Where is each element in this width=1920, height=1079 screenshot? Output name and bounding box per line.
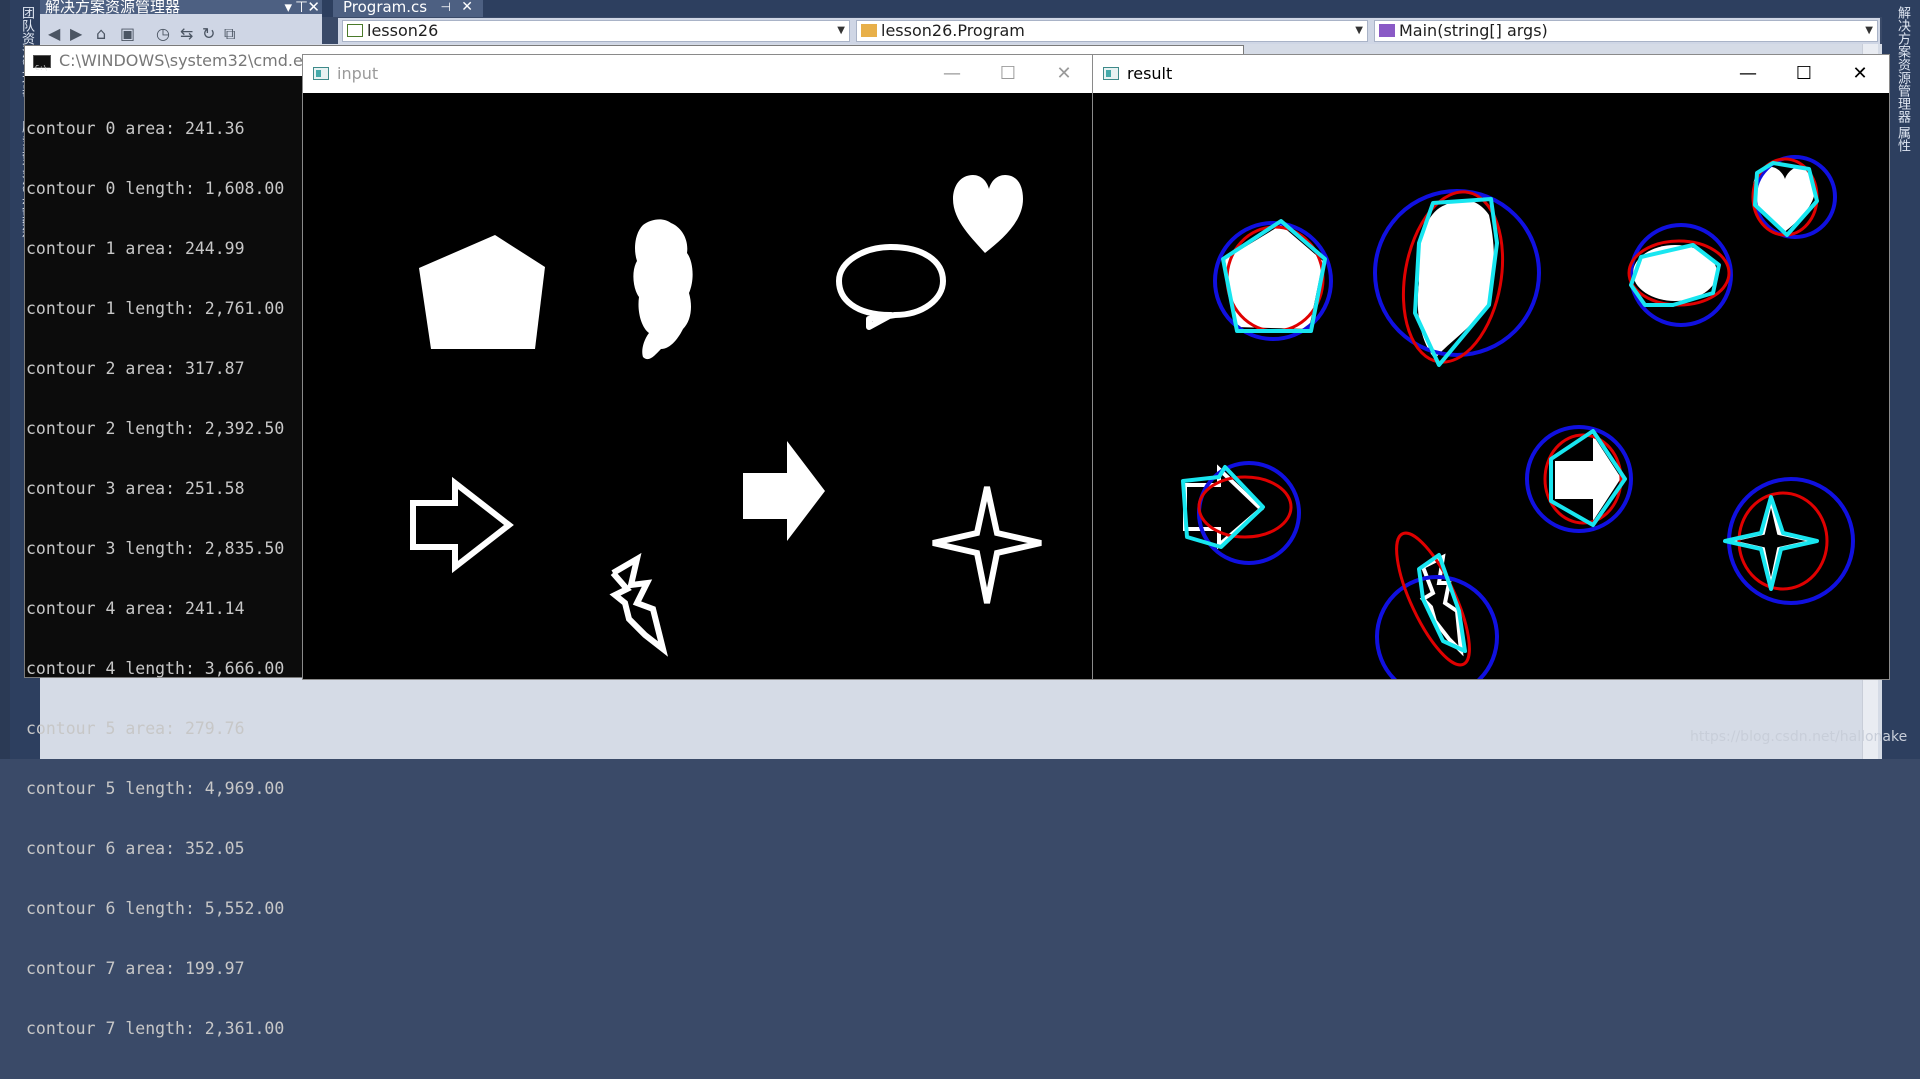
- switch-views-icon[interactable]: ▣: [120, 26, 135, 42]
- minimize-button[interactable]: —: [929, 55, 975, 93]
- filled-arrow-shape: [743, 441, 825, 541]
- project-dropdown-value: lesson26: [367, 21, 439, 40]
- chevron-down-icon[interactable]: ▾: [284, 0, 292, 14]
- console-line: contour 2 length: 2,392.50: [26, 419, 285, 438]
- console-line: contour 7 area: 199.97: [26, 959, 245, 978]
- maximize-button[interactable]: ☐: [985, 55, 1031, 93]
- blob-shape: [633, 219, 693, 360]
- result-image: [1093, 93, 1889, 679]
- solution-explorer-header: 解决方案资源管理器 ▾ ⊤ ✕: [40, 0, 322, 14]
- speech-bubble-shape: [836, 244, 946, 330]
- result-window[interactable]: result — ☐ ✕: [1092, 54, 1890, 680]
- input-image: [303, 93, 1093, 679]
- method-icon: [1379, 24, 1395, 37]
- result-titlebar[interactable]: result — ☐ ✕: [1093, 55, 1889, 93]
- refresh-icon[interactable]: ↻: [202, 26, 215, 42]
- close-icon[interactable]: ✕: [307, 0, 320, 14]
- history-icon[interactable]: ◷: [156, 26, 170, 42]
- console-line: contour 0 length: 1,608.00: [26, 179, 285, 198]
- editor-tab-strip: Program.cs ⊣ ✕: [322, 0, 1882, 17]
- console-line: contour 1 length: 2,761.00: [26, 299, 285, 318]
- cmd-window-title: C:\WINDOWS\system32\cmd.exe: [59, 51, 322, 70]
- console-line: contour 6 length: 5,552.00: [26, 899, 285, 918]
- input-titlebar[interactable]: input — ☐ ✕: [303, 55, 1093, 93]
- properties-tab[interactable]: 属性: [1890, 126, 1912, 152]
- close-button[interactable]: ✕: [1041, 55, 1087, 93]
- outline-arrow-shape: [410, 476, 514, 574]
- minimize-button[interactable]: —: [1725, 55, 1771, 93]
- home-icon[interactable]: ⌂: [96, 26, 106, 42]
- console-line: contour 5 area: 279.76: [26, 719, 245, 738]
- lightning-shape: [609, 552, 669, 657]
- class-icon: [861, 24, 877, 37]
- window-app-icon: [313, 67, 329, 80]
- console-line: contour 5 length: 4,969.00: [26, 779, 285, 798]
- chevron-down-icon: ▼: [1355, 25, 1363, 36]
- maximize-button[interactable]: ☐: [1781, 55, 1827, 93]
- console-line: contour 3 length: 2,835.50: [26, 539, 285, 558]
- result-window-title: result: [1127, 64, 1173, 83]
- close-button[interactable]: ✕: [1837, 55, 1883, 93]
- window-app-icon: [1103, 67, 1119, 80]
- forward-icon[interactable]: ▶: [70, 26, 82, 42]
- solution-explorer-side-tab[interactable]: 解决方案资源管理器: [1890, 6, 1912, 123]
- heart-shape: [953, 175, 1023, 253]
- input-window[interactable]: input — ☐ ✕: [302, 54, 1094, 680]
- input-shapes: [410, 175, 1042, 657]
- console-line: contour 7 length: 2,361.00: [26, 1019, 285, 1038]
- solution-explorer-title: 解决方案资源管理器: [45, 0, 181, 14]
- back-icon[interactable]: ◀: [48, 26, 60, 42]
- console-line: contour 4 length: 3,666.00: [26, 659, 285, 678]
- cmd-app-icon: [33, 53, 51, 83]
- star-shape: [932, 486, 1042, 604]
- sync-icon[interactable]: ⇆: [180, 26, 193, 42]
- console-line: contour 4 area: 241.14: [26, 599, 245, 618]
- vs-left-rail: [0, 0, 10, 759]
- console-line: contour 6 area: 352.05: [26, 839, 245, 858]
- pin-icon[interactable]: ⊣: [441, 0, 451, 15]
- console-line: contour 2 area: 317.87: [26, 359, 245, 378]
- console-output: contour 0 area: 241.36 contour 0 length:…: [26, 79, 306, 1079]
- console-line: contour 3 area: 251.58: [26, 479, 245, 498]
- result-shapes: [1181, 155, 1855, 679]
- console-line: contour 1 area: 244.99: [26, 239, 245, 258]
- chevron-down-icon: ▼: [1865, 25, 1873, 36]
- tab-label: Program.cs: [343, 0, 428, 16]
- csharp-project-icon: [347, 24, 363, 37]
- project-dropdown[interactable]: lesson26 ▼: [342, 20, 850, 42]
- collapse-all-icon[interactable]: ⧉: [224, 26, 235, 42]
- class-dropdown[interactable]: lesson26.Program ▼: [856, 20, 1368, 42]
- pentagon-shape: [419, 235, 545, 349]
- pin-icon[interactable]: ⊤: [295, 0, 308, 14]
- tab-program-cs[interactable]: Program.cs ⊣ ✕: [333, 0, 483, 17]
- input-window-title: input: [337, 64, 379, 83]
- watermark-text: https://blog.csdn.net/hallonake: [1690, 729, 1908, 745]
- chevron-down-icon: ▼: [837, 25, 845, 36]
- close-icon[interactable]: ✕: [461, 0, 473, 15]
- navigation-bar: lesson26 ▼ lesson26.Program ▼ Main(strin…: [338, 18, 1880, 44]
- member-dropdown-value: Main(string[] args): [1399, 21, 1548, 40]
- class-dropdown-value: lesson26.Program: [881, 21, 1025, 40]
- member-dropdown[interactable]: Main(string[] args) ▼: [1374, 20, 1878, 42]
- console-line: contour 0 area: 241.36: [26, 119, 245, 138]
